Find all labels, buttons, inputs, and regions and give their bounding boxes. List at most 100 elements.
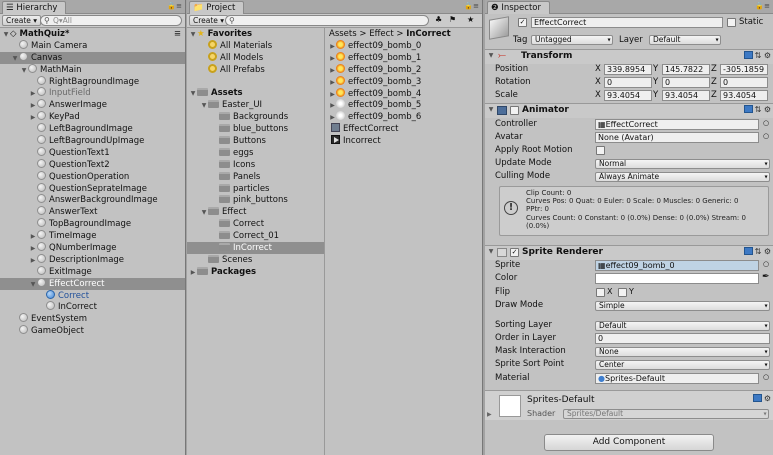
collapse-arrow-icon[interactable]: ▼ [487,106,495,113]
project-tree-item[interactable]: blue_buttons [187,123,324,135]
project-tree-item[interactable]: Scenes [187,254,324,266]
add-component-button[interactable]: Add Component [544,434,714,451]
axis-label-z[interactable]: Z [711,64,717,74]
flip-y-checkbox[interactable] [618,288,627,297]
animator-enabled-checkbox[interactable] [510,106,519,115]
project-tree-item[interactable]: ▼ ★ Favorites [187,28,324,40]
help-book-icon[interactable] [743,105,753,113]
hierarchy-item[interactable]: InCorrect [0,301,185,313]
scale-z-field[interactable]: 93.4054 [720,90,768,101]
material-settings-icons[interactable]: ⚙ [752,394,771,403]
hierarchy-item[interactable]: ▼ Canvas [0,51,185,64]
culling-mode-dropdown[interactable]: Always Animate [595,172,770,182]
help-book-icon[interactable] [752,394,762,402]
sprite-renderer-header[interactable]: ▼ ✓ Sprite Renderer ⇅ ⚙ [485,246,773,260]
expand-arrow-icon[interactable]: ▶ [487,411,492,418]
project-tree-item[interactable]: Panels [187,171,324,183]
layer-dropdown[interactable]: Default [649,35,721,45]
asset-item[interactable]: ▶ effect09_bomb_3 [327,75,482,88]
component-menu-icons[interactable]: ⇅ ⚙ [743,105,771,114]
object-picker-icon[interactable]: ○ [763,373,769,381]
controller-field[interactable]: ▦EffectCorrect [595,119,759,130]
axis-label-y[interactable]: Y [653,64,658,74]
tag-dropdown[interactable]: Untagged [531,35,613,45]
component-menu-icons[interactable]: ⇅ ⚙ [743,247,771,256]
color-swatch[interactable] [595,273,759,284]
breadcrumb-effect[interactable]: Effect [369,29,393,39]
project-tree-item[interactable]: All Prefabs [187,63,324,76]
static-checkbox[interactable] [727,18,736,27]
object-picker-icon[interactable]: ○ [763,260,769,268]
hierarchy-item[interactable]: ▶ QNumberImage [0,242,185,254]
object-name-field[interactable]: EffectCorrect [531,17,723,28]
sprite-renderer-enabled-checkbox[interactable]: ✓ [510,248,519,257]
hierarchy-search-input[interactable]: ⚲ Q▾All [40,15,182,26]
scene-root[interactable]: ▼ ◇ MathQuiz* ≡ [0,28,185,40]
hierarchy-item[interactable]: ▶ KeyPad [0,111,185,123]
component-menu-icons[interactable]: ⇅ ⚙ [743,51,771,60]
scale-y-field[interactable]: 93.4054 [662,90,710,101]
rotation-z-field[interactable]: 0 [720,77,768,88]
project-tree-item[interactable]: eggs [187,147,324,159]
project-tree-item[interactable]: InCorrect [187,242,324,254]
axis-label-x[interactable]: X [595,64,601,74]
shader-dropdown[interactable]: Sprites/Default [563,409,769,419]
favorite-star-icon[interactable]: ★ [467,15,474,24]
project-search-input[interactable]: ⚲ [225,15,429,26]
project-tree-item[interactable]: Backgrounds [187,111,324,123]
project-tree-item[interactable]: Icons [187,159,324,171]
avatar-field[interactable]: None (Avatar) [595,132,759,143]
axis-label-y[interactable]: Y [653,77,658,87]
root-motion-checkbox[interactable] [596,146,605,155]
asset-item[interactable]: ▶ effect09_bomb_2 [327,63,482,76]
project-tree-item[interactable]: ▼ Easter_UI [187,99,324,111]
axis-label-x[interactable]: X [595,77,601,87]
asset-item[interactable]: EffectCorrect [327,123,482,135]
asset-item[interactable]: ▶ effect09_bomb_0 [327,40,482,52]
filter-label-icon[interactable]: ⚑ [449,15,456,24]
collapse-arrow-icon[interactable]: ▼ [487,248,495,255]
animator-header[interactable]: ▼ Animator ⇅ ⚙ [485,104,773,118]
project-tree-item[interactable]: Buttons [187,135,324,147]
hierarchy-item[interactable]: LeftBagroundImage [0,123,185,135]
position-x-field[interactable]: 339.8954 [604,64,652,75]
flip-x-checkbox[interactable] [596,288,605,297]
hierarchy-item[interactable]: ▼ EffectCorrect [0,277,185,290]
filter-type-icon[interactable]: ♣ [435,15,442,24]
scene-menu-icon[interactable]: ≡ [174,28,181,40]
hierarchy-item[interactable]: ▶ TimeImage [0,230,185,242]
sorting-layer-dropdown[interactable]: Default [595,321,770,331]
project-tree-item[interactable]: pink_buttons [187,194,324,206]
hierarchy-item[interactable]: QuestionText1 [0,146,185,159]
hierarchy-item[interactable]: ExitImage [0,265,185,278]
asset-item[interactable]: ▶ effect09_bomb_1 [327,51,482,64]
hierarchy-item[interactable]: RightBagroundImage [0,75,185,88]
project-tree-item[interactable]: ▼ Assets [187,87,324,99]
project-tree-item[interactable]: ▼ Effect [187,206,324,218]
breadcrumb-incorrect[interactable]: InCorrect [406,29,451,39]
mask-interaction-dropdown[interactable]: None [595,347,770,357]
sprite-field[interactable]: ▦effect09_bomb_0 [595,260,759,271]
hierarchy-item[interactable]: ▶ InputField [0,87,185,99]
hierarchy-item[interactable]: Main Camera [0,39,185,52]
transform-header[interactable]: ▼ ⤚ Transform ⇅ ⚙ [485,50,773,64]
project-create-button[interactable]: Create ▾ [189,15,229,26]
hierarchy-item[interactable]: LeftBagroundUpImage [0,135,185,147]
eyedropper-icon[interactable]: ✒ [762,272,770,282]
hierarchy-item[interactable]: EventSystem [0,313,185,325]
hierarchy-item[interactable]: Correct [0,289,185,302]
project-tree-item[interactable]: Correct [187,218,324,230]
axis-label-x[interactable]: X [595,90,601,100]
lock-icon[interactable]: 🔒≡ [464,2,479,10]
project-tree-item[interactable]: ▶ Packages [187,266,324,278]
hierarchy-item[interactable]: QuestionSeprateImage [0,182,185,195]
axis-label-y[interactable]: Y [653,90,658,100]
project-tree-item[interactable]: Correct_01 [187,230,324,242]
material-field[interactable]: ●Sprites-Default [595,373,759,384]
hierarchy-item[interactable]: QuestionOperation [0,170,185,183]
hierarchy-item[interactable]: QuestionText2 [0,158,185,171]
sprite-sort-point-dropdown[interactable]: Center [595,360,770,370]
draw-mode-dropdown[interactable]: Simple [595,301,770,311]
hierarchy-tab[interactable]: ☰ Hierarchy [2,1,67,14]
order-in-layer-field[interactable]: 0 [595,333,770,344]
